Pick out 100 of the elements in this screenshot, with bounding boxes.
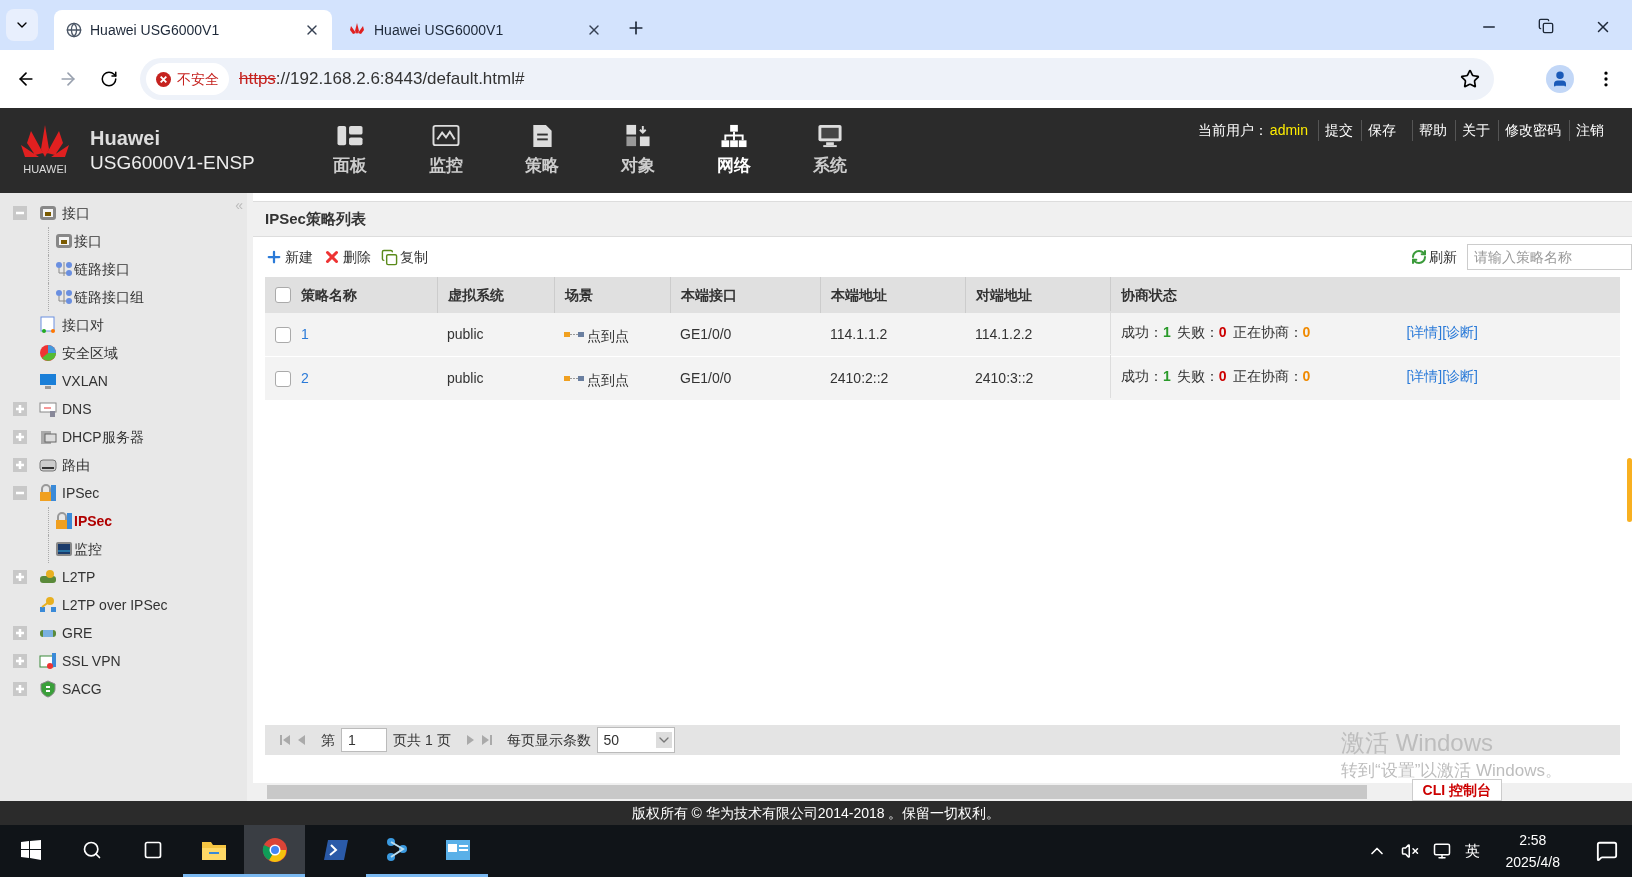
pie-chart-icon (39, 344, 57, 362)
policy-link[interactable]: 2 (301, 368, 309, 389)
header-link[interactable]: 关于 (1455, 120, 1496, 141)
search-field[interactable]: 请输入策略名称 (1467, 244, 1632, 270)
status-label: 成功： (1121, 366, 1163, 386)
policy-link[interactable]: 1 (301, 324, 309, 345)
nav-tab[interactable]: 系统 (782, 108, 878, 193)
collapse-toggle-icon[interactable] (13, 206, 27, 220)
user-label: 当前用户： (1197, 121, 1268, 140)
tree-item[interactable]: DNS (39, 398, 92, 420)
table-row[interactable]: 1 public 点到点 GE1/0/0 114.1.1.2 114.1.2.2 成功：1 失败：0 正在协商：0 [详情][诊断] (265, 313, 1620, 357)
network-icon[interactable] (1432, 842, 1451, 860)
tab-list-button[interactable] (6, 9, 38, 41)
table-cell: 2410:2::2 (830, 370, 889, 386)
header-link[interactable]: 帮助 (1412, 120, 1453, 141)
toolbar-button[interactable]: 复制 (381, 246, 428, 268)
dns-icon (39, 400, 57, 418)
tree-item[interactable]: L2TP (39, 566, 96, 588)
interface-pair-icon (39, 316, 57, 334)
error-icon (156, 71, 171, 87)
expand-toggle-icon[interactable] (13, 402, 27, 416)
tree-item[interactable]: 路由 (39, 454, 90, 476)
volume-muted-icon[interactable] (1400, 842, 1419, 860)
input-method[interactable]: 英 (1464, 839, 1480, 863)
horizontal-scrollbar[interactable] (253, 783, 1632, 801)
expand-toggle-icon[interactable] (13, 626, 27, 640)
collapse-toggle-icon[interactable] (13, 486, 27, 500)
browser-tab[interactable]: Huawei USG6000V1 (54, 10, 332, 50)
header-link[interactable]: 提交 (1318, 120, 1359, 141)
profile-avatar[interactable] (1546, 65, 1574, 93)
clock-time[interactable]: 2:58 (1519, 829, 1547, 851)
per-page-label: 每页显示条数 (506, 730, 591, 750)
row-link[interactable]: [详情] (1406, 365, 1443, 387)
network-app-icon (384, 836, 409, 863)
cli-console-button[interactable]: CLI 控制台 (1411, 779, 1502, 801)
toolbar-button[interactable]: 新建 (265, 246, 313, 268)
copy-icon (381, 248, 398, 266)
expand-toggle-icon[interactable] (13, 570, 27, 584)
row-link[interactable]: [诊断] (1442, 321, 1478, 343)
nav-tab[interactable]: 对象 (590, 108, 686, 193)
security-chip[interactable]: 不安全 (146, 63, 229, 95)
device-model: USG6000V1-ENSP (90, 151, 256, 175)
tree-item[interactable]: 接口对 (39, 314, 104, 336)
clock-date[interactable]: 2025/4/8 (1505, 851, 1560, 873)
expand-toggle-icon[interactable] (13, 682, 27, 696)
taskbar-button[interactable] (244, 825, 305, 877)
tree-item[interactable]: SSL VPN (39, 650, 121, 672)
tree-item[interactable]: DHCP服务器 (39, 426, 144, 448)
column-header: 场景 (565, 285, 593, 305)
tree-item[interactable]: SACG (39, 678, 102, 700)
status-label: 成功： (1121, 322, 1163, 342)
header-link[interactable]: 保存 (1361, 120, 1402, 141)
nav-tab[interactable]: 网络 (686, 108, 782, 193)
notification-icon[interactable] (1596, 840, 1618, 862)
tree-item[interactable]: 安全区域 (39, 342, 118, 364)
tree-item[interactable]: IPSec (55, 510, 113, 532)
refresh-button[interactable]: 刷新 (1411, 246, 1457, 268)
address-bar[interactable]: 不安全 https://192.168.2.6:8443/default.html# (140, 58, 1494, 100)
reload-icon[interactable] (100, 70, 118, 88)
checkbox[interactable] (275, 326, 291, 343)
key-tunnel-icon (39, 568, 57, 586)
browser-tab[interactable]: Huawei USG6000V1 (336, 10, 614, 50)
bookmark-star-icon[interactable] (1460, 69, 1480, 89)
tree-item[interactable]: 链路接口 (55, 258, 130, 280)
nav-tab[interactable]: 策略 (494, 108, 590, 193)
column-header: 协商状态 (1121, 285, 1177, 305)
tree-item[interactable]: 接口 (39, 202, 90, 224)
page-field[interactable]: 1 (341, 728, 387, 752)
table-cell: 114.1.2.2 (975, 326, 1033, 342)
table-cell: public (447, 370, 484, 386)
table-row[interactable]: 2 public 点到点 GE1/0/0 2410:2::2 2410:3::2 成功：1 失败：0 正在协商：0 [详情][诊断] (265, 357, 1620, 401)
row-link[interactable]: [详情] (1406, 321, 1443, 343)
tab-title: Huawei USG6000V1 (374, 20, 505, 40)
table-cell: GE1/0/0 (680, 370, 732, 386)
tree-item[interactable]: VXLAN (39, 370, 108, 392)
tree-item[interactable]: 链路接口组 (55, 286, 144, 308)
restore-icon[interactable] (1538, 18, 1554, 34)
page-label: 页共 1 页 (393, 730, 451, 750)
tree-item[interactable]: 监控 (55, 538, 102, 560)
checkbox[interactable] (275, 370, 291, 387)
expand-toggle-icon[interactable] (13, 654, 27, 668)
checkbox[interactable] (275, 287, 291, 303)
router-icon (39, 456, 57, 474)
nav-tab[interactable]: 监控 (398, 108, 494, 193)
column-header: 虚拟系统 (448, 285, 504, 305)
expand-toggle-icon[interactable] (13, 430, 27, 444)
tree-item[interactable]: IPSec (39, 482, 100, 504)
toolbar-button[interactable]: 删除 (323, 246, 371, 268)
per-page-select[interactable]: 50 (596, 727, 675, 753)
nav-tab[interactable]: 面板 (302, 108, 398, 193)
row-link[interactable]: [诊断] (1442, 365, 1478, 387)
tree-item[interactable]: L2TP over IPSec (39, 594, 168, 616)
tree-item[interactable]: 接口 (55, 230, 102, 252)
header-link[interactable]: 修改密码 (1498, 120, 1567, 141)
header-link[interactable]: 注销 (1569, 120, 1610, 141)
objects-icon (623, 122, 653, 149)
expand-toggle-icon[interactable] (13, 458, 27, 472)
browser-icon (261, 836, 288, 863)
tree-item[interactable]: GRE (39, 622, 93, 644)
port-icon (39, 204, 57, 222)
